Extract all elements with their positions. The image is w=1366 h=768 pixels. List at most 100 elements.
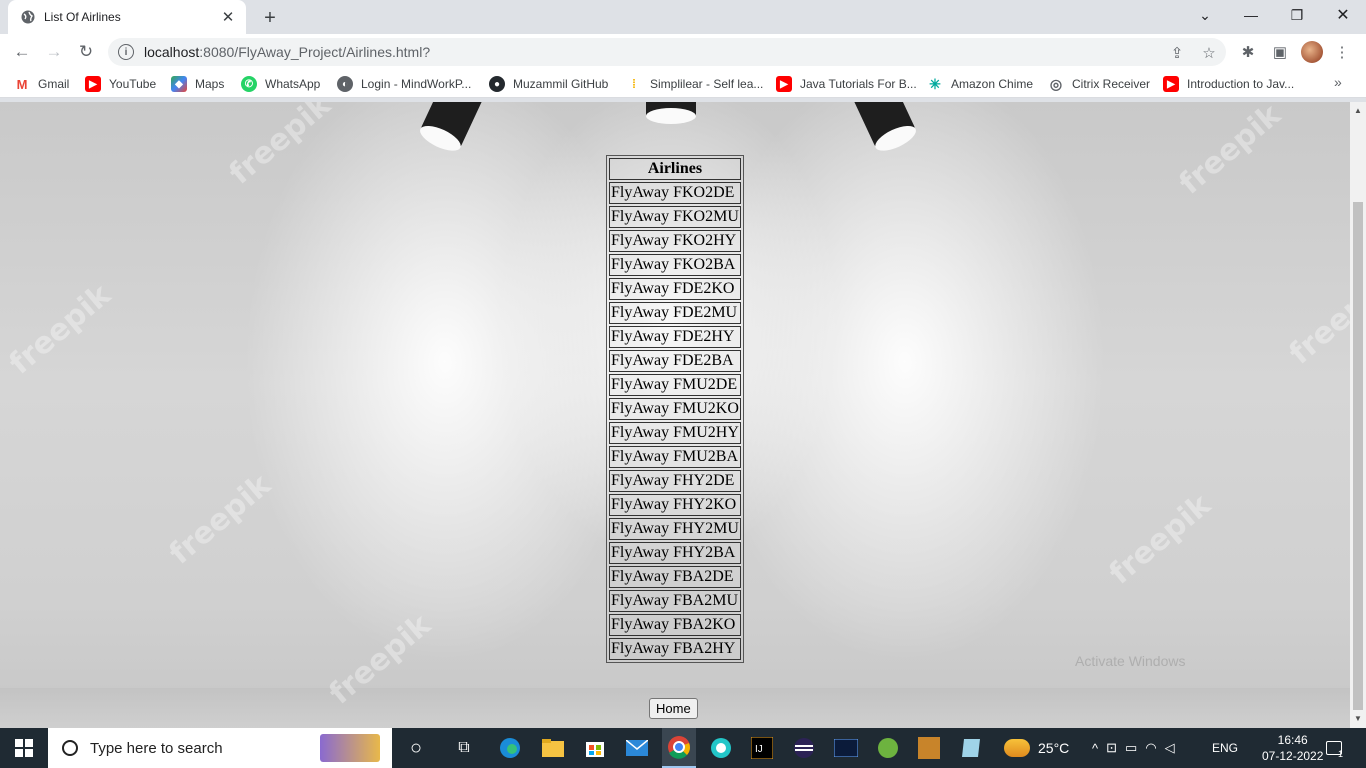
table-row: FlyAway FMU2KO	[609, 398, 741, 420]
table-row: FlyAway FHY2DE	[609, 470, 741, 492]
eclipse-icon[interactable]	[792, 736, 816, 760]
taskbar-search[interactable]: Type here to search	[48, 728, 392, 768]
table-row: FlyAway FKO2DE	[609, 182, 741, 204]
airline-cell: FlyAway FKO2BA	[609, 254, 741, 276]
forward-button[interactable]: →	[40, 38, 68, 66]
bookmark-maps[interactable]: ◆ Maps	[171, 74, 224, 94]
site-info-icon[interactable]: i	[118, 44, 134, 60]
task-view-icon[interactable]: ⧉	[452, 736, 476, 760]
clock[interactable]: 16:46 07-12-2022	[1262, 728, 1323, 768]
address-bar[interactable]: i localhost:8080/FlyAway_Project/Airline…	[108, 38, 1226, 66]
bookmark-intro-java[interactable]: ▶ Introduction to Jav...	[1163, 74, 1294, 94]
edge-icon[interactable]	[498, 736, 522, 760]
windows-start-icon[interactable]	[12, 736, 36, 760]
bookmark-citrix[interactable]: ◎ Citrix Receiver	[1048, 74, 1150, 94]
scrollbar-thumb[interactable]	[1353, 202, 1363, 710]
tab-search-icon[interactable]: ⌄	[1182, 0, 1228, 30]
browser-tab-active[interactable]: List Of Airlines ✕	[8, 0, 246, 34]
windows-taskbar: Type here to search ○ ⧉ IJ 25°C ^ ⊡ ▭ ◠ …	[0, 728, 1366, 768]
page-scrollbar[interactable]: ▲ ▼	[1350, 102, 1366, 728]
airline-cell: FlyAway FMU2KO	[609, 398, 741, 420]
bookmark-youtube[interactable]: ▶ YouTube	[85, 74, 156, 94]
search-placeholder: Type here to search	[90, 739, 223, 757]
minimize-button[interactable]: —	[1228, 0, 1274, 30]
globe-icon	[20, 9, 36, 25]
bookmark-gmail[interactable]: M Gmail	[14, 74, 69, 94]
extensions-icon[interactable]: ✱	[1238, 42, 1258, 62]
intellij-icon[interactable]: IJ	[750, 736, 774, 760]
table-row: FlyAway FBA2DE	[609, 566, 741, 588]
file-explorer-icon[interactable]	[541, 736, 565, 760]
watermark: freepik	[222, 102, 338, 192]
table-row: FlyAway FBA2KO	[609, 614, 741, 636]
home-button[interactable]: Home	[649, 698, 698, 719]
meet-icon[interactable]: ⊡	[1106, 740, 1125, 756]
restore-button[interactable]: ❐	[1274, 0, 1320, 30]
store-icon[interactable]	[583, 736, 607, 760]
notification-center[interactable]: 1	[1326, 728, 1343, 768]
spotlight-center-icon	[646, 102, 696, 124]
watermark: freepik	[2, 277, 118, 382]
scroll-down-icon[interactable]: ▼	[1354, 714, 1362, 723]
spotlight-right-icon	[852, 102, 916, 151]
wifi-icon[interactable]: ◠	[1145, 740, 1164, 756]
airline-cell: FlyAway FMU2BA	[609, 446, 741, 468]
side-panel-icon[interactable]: ▣	[1270, 42, 1290, 62]
youtube-icon: ▶	[776, 76, 792, 92]
scroll-up-icon[interactable]: ▲	[1354, 106, 1362, 115]
bookmark-star-icon[interactable]: ☆	[1200, 44, 1218, 62]
spring-icon[interactable]	[876, 736, 900, 760]
simplilearn-icon: ⁞	[626, 76, 642, 92]
airline-cell: FlyAway FBA2MU	[609, 590, 741, 612]
menu-kebab-icon[interactable]: ⋮	[1332, 42, 1352, 62]
bookmark-github[interactable]: ● Muzammil GitHub	[489, 74, 608, 94]
tab-strip: List Of Airlines ✕ + ⌄ — ❐ ✕	[0, 0, 1366, 34]
reload-button[interactable]: ↻	[72, 38, 100, 66]
search-icon	[62, 740, 78, 756]
airline-cell: FlyAway FHY2KO	[609, 494, 741, 516]
watermark: freepik	[1172, 102, 1288, 202]
url-text: localhost:8080/FlyAway_Project/Airlines.…	[144, 44, 431, 60]
bookmark-simplilearn[interactable]: ⁞ Simplilear - Self lea...	[626, 74, 763, 94]
notes-icon[interactable]	[959, 736, 983, 760]
table-header-row: Airlines	[609, 158, 741, 180]
close-tab-icon[interactable]: ✕	[220, 9, 236, 26]
page-viewport: freepik freepik freepik freepik freepik …	[0, 102, 1350, 728]
speaker-icon[interactable]: ◁	[1165, 740, 1183, 756]
language-indicator[interactable]: ENG	[1212, 728, 1238, 768]
more-bookmarks-icon[interactable]: »	[1334, 74, 1342, 90]
app-icon[interactable]	[709, 736, 733, 760]
chevron-up-icon[interactable]: ^	[1092, 741, 1106, 756]
bookmark-java-tutorials[interactable]: ▶ Java Tutorials For B...	[776, 74, 917, 94]
spotlight-left-icon	[420, 102, 484, 151]
airline-cell: FlyAway FDE2KO	[609, 278, 741, 300]
table-header: Airlines	[609, 158, 741, 180]
battery-icon[interactable]: ▭	[1125, 740, 1145, 756]
terminal-icon[interactable]	[834, 736, 858, 760]
mail-icon[interactable]	[625, 736, 649, 760]
bookmark-whatsapp[interactable]: ✆ WhatsApp	[241, 74, 320, 94]
profile-avatar[interactable]	[1301, 41, 1323, 63]
airlines-table: Airlines FlyAway FKO2DE FlyAway FKO2MU F…	[606, 155, 744, 663]
table-row: FlyAway FMU2HY	[609, 422, 741, 444]
airline-cell: FlyAway FKO2HY	[609, 230, 741, 252]
system-tray-icons[interactable]: ^ ⊡ ▭ ◠ ◁	[1092, 728, 1183, 768]
airline-cell: FlyAway FDE2BA	[609, 350, 741, 372]
chrome-icon[interactable]	[662, 728, 696, 768]
window-close-button[interactable]: ✕	[1320, 0, 1366, 30]
share-icon[interactable]: ⇪	[1168, 44, 1186, 62]
weather-widget[interactable]: 25°C	[1004, 728, 1069, 768]
bookmark-mindwork[interactable]: ◐ Login - MindWorkP...	[337, 74, 471, 94]
table-row: FlyAway FHY2BA	[609, 542, 741, 564]
airline-cell: FlyAway FMU2HY	[609, 422, 741, 444]
cortana-icon[interactable]: ○	[404, 736, 428, 760]
citrix-icon: ◎	[1048, 75, 1064, 92]
weather-temp: 25°C	[1038, 740, 1070, 756]
watermark: freepik	[1102, 487, 1218, 592]
airline-cell: FlyAway FBA2DE	[609, 566, 741, 588]
watermark: freepik	[162, 467, 278, 572]
back-button[interactable]: ←	[8, 38, 36, 66]
app-icon[interactable]	[917, 736, 941, 760]
new-tab-button[interactable]: +	[258, 6, 282, 30]
bookmark-amazon-chime[interactable]: ✳ Amazon Chime	[927, 74, 1033, 94]
